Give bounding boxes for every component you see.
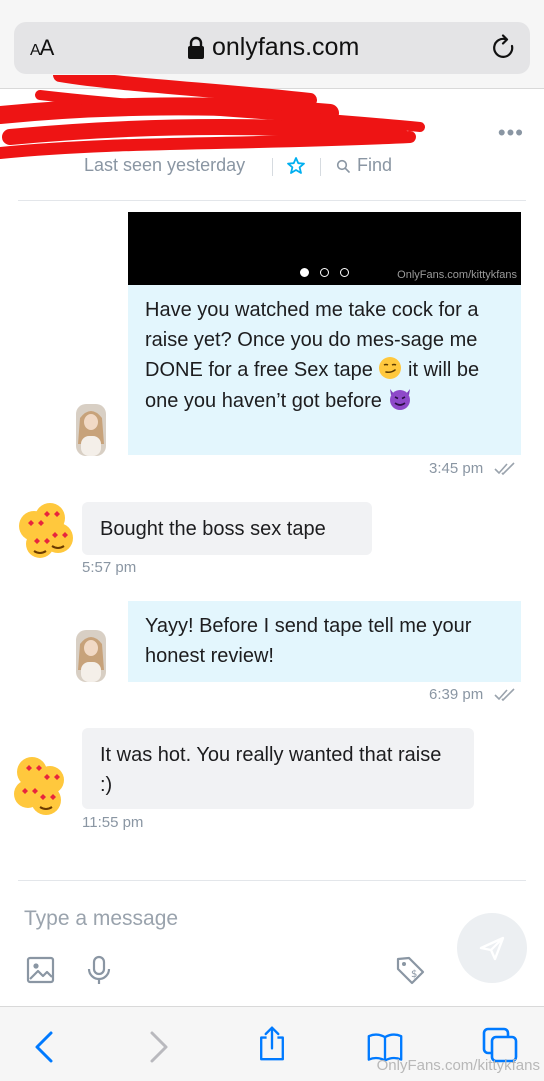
message-input[interactable]: Type a message — [24, 907, 178, 931]
more-options-icon[interactable]: ••• — [498, 120, 524, 146]
message-bubble-incoming[interactable]: Bought the boss sex tape — [82, 502, 372, 555]
media-preview[interactable]: OnlyFans.com/kittykfans — [128, 212, 521, 285]
composer-divider — [18, 880, 526, 881]
pager-dot — [340, 268, 349, 277]
pager-dot — [320, 268, 329, 277]
message-time: 6:39 pm — [429, 686, 484, 703]
image-icon[interactable] — [26, 955, 56, 985]
message-text: Bought the boss sex tape — [100, 518, 326, 540]
message-text: It was hot. You really wanted that raise… — [100, 744, 442, 796]
sender-avatar[interactable] — [76, 404, 106, 456]
text-size-button[interactable]: AA — [30, 35, 54, 61]
message-bubble-incoming[interactable]: It was hot. You really wanted that raise… — [82, 728, 474, 809]
message-text: Yayy! Before I send tape tell me your ho… — [145, 615, 472, 667]
message-bubble-outgoing[interactable]: Yayy! Before I send tape tell me your ho… — [128, 601, 521, 682]
send-icon — [479, 936, 505, 961]
forward-icon[interactable] — [140, 1029, 176, 1065]
share-icon[interactable] — [254, 1025, 290, 1061]
microphone-icon[interactable] — [84, 955, 114, 985]
chat-header: Last seen yesterday Find ••• — [0, 75, 544, 200]
svg-text:$: $ — [411, 969, 417, 980]
message-bubble-outgoing[interactable]: Have you watched me take cock for a rais… — [128, 285, 521, 455]
reload-icon[interactable] — [490, 34, 518, 62]
message-time: 11:55 pm — [82, 814, 144, 831]
heart-eyes-emoji-avatar-icon[interactable] — [14, 496, 80, 562]
url-text: onlyfans.com — [212, 33, 360, 61]
smirking-face-emoji-icon — [379, 357, 402, 379]
price-tag-icon[interactable]: $ — [395, 955, 425, 985]
find-button[interactable]: Find — [357, 155, 392, 176]
avatar-photo — [76, 404, 106, 456]
back-icon[interactable] — [27, 1029, 63, 1065]
star-icon[interactable] — [286, 156, 306, 176]
read-receipt-icon — [494, 688, 515, 702]
media-pager — [300, 264, 360, 282]
send-button[interactable] — [457, 913, 527, 983]
lock-icon — [188, 36, 204, 59]
header-divider — [18, 200, 526, 201]
heart-eyes-emoji-avatar-icon[interactable] — [10, 752, 76, 818]
pager-dot-active — [300, 268, 309, 277]
read-receipt-icon — [494, 462, 515, 476]
message-time: 5:57 pm — [82, 559, 137, 576]
avatar-photo — [76, 630, 106, 682]
last-seen-status: Last seen yesterday — [84, 155, 246, 175]
address-bar[interactable]: AA onlyfans.com — [14, 22, 530, 74]
smiling-face-with-horns-emoji-icon — [390, 389, 411, 410]
page-watermark: OnlyFans.com/kittykfans — [376, 1057, 540, 1074]
header-separator — [272, 158, 273, 176]
header-separator — [320, 158, 321, 176]
search-icon[interactable] — [336, 159, 350, 173]
media-watermark: OnlyFans.com/kittykfans — [397, 269, 517, 281]
sender-avatar[interactable] — [76, 630, 106, 682]
message-time: 3:45 pm — [429, 460, 484, 477]
